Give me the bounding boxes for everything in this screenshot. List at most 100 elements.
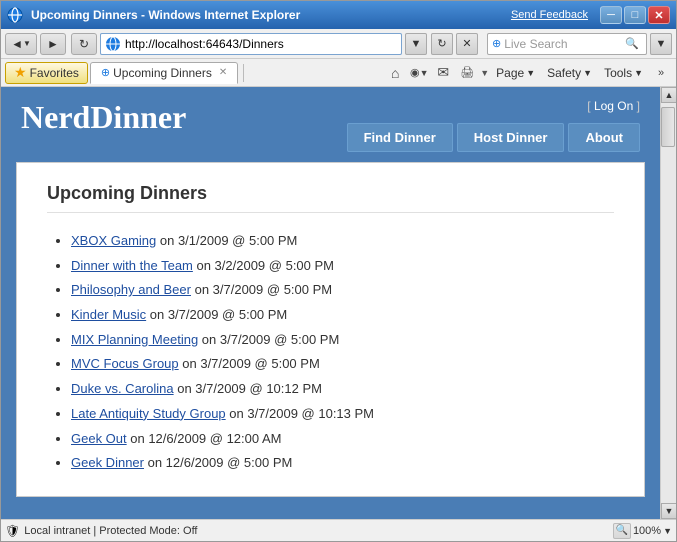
favorites-button[interactable]: ★ Favorites	[5, 62, 88, 84]
list-item: MVC Focus Group on 3/7/2009 @ 5:00 PM	[71, 352, 614, 377]
refresh-button[interactable]: ↻	[71, 33, 97, 55]
main-content: NerdDinner [ Log On ] Find Dinner Host D…	[1, 87, 660, 519]
email-button[interactable]: ✉	[432, 62, 454, 84]
zoom-button[interactable]: 🔍	[613, 523, 631, 539]
search-button[interactable]: 🔍	[622, 34, 642, 54]
dinner-link[interactable]: Kinder Music	[71, 307, 146, 322]
safety-label: Safety	[547, 66, 581, 80]
active-tab[interactable]: ⊕ Upcoming Dinners ✕	[90, 62, 238, 84]
tab-close-button[interactable]: ✕	[219, 67, 227, 78]
list-item: Geek Out on 12/6/2009 @ 12:00 AM	[71, 427, 614, 452]
dinner-date: on 3/7/2009 @ 5:00 PM	[146, 307, 287, 322]
toolbar-extra-button[interactable]: »	[650, 62, 672, 84]
list-item: Philosophy and Beer on 3/7/2009 @ 5:00 P…	[71, 278, 614, 303]
refresh-stop-button[interactable]: ↻	[431, 33, 453, 55]
page-arrow-icon: ▼	[526, 68, 535, 78]
page-icon	[105, 36, 121, 52]
list-item: XBOX Gaming on 3/1/2009 @ 5:00 PM	[71, 229, 614, 254]
send-feedback-link[interactable]: Send Feedback	[511, 9, 588, 21]
dinner-date: on 3/2/2009 @ 5:00 PM	[193, 258, 334, 273]
log-on-link[interactable]: Log On	[594, 99, 633, 113]
status-bar: 🛡 Local intranet | Protected Mode: Off 🔍…	[1, 519, 676, 541]
zoom-area: 🔍 100% ▼	[613, 523, 672, 539]
address-input-wrap[interactable]: http://localhost:64643/Dinners	[100, 33, 402, 55]
print-dropdown[interactable]: 🖨	[456, 62, 478, 84]
safety-arrow-icon: ▼	[583, 68, 592, 78]
dinner-date: on 3/7/2009 @ 5:00 PM	[191, 282, 332, 297]
toolbar-icons-group: ⌂ ◉ ▼ ✉ 🖨 ▼ Page ▼ Safety ▼ Tools ▼ »	[384, 62, 672, 84]
address-go-button[interactable]: ▼	[405, 33, 427, 55]
bracket-right: ]	[637, 99, 640, 113]
host-dinner-button[interactable]: Host Dinner	[457, 123, 565, 152]
list-item: Late Antiquity Study Group on 3/7/2009 @…	[71, 402, 614, 427]
refresh-icon: ↻	[79, 37, 89, 51]
page-heading: Upcoming Dinners	[47, 183, 614, 213]
log-on-area: [ Log On ]	[587, 99, 640, 113]
tab-label: Upcoming Dinners	[113, 66, 212, 80]
maximize-button[interactable]: □	[624, 6, 646, 24]
home-button[interactable]: ⌂	[384, 62, 406, 84]
list-item: Duke vs. Carolina on 3/7/2009 @ 10:12 PM	[71, 377, 614, 402]
search-dropdown[interactable]: ▼	[650, 33, 672, 55]
dinner-link[interactable]: Geek Out	[71, 431, 127, 446]
tools-button[interactable]: Tools ▼	[599, 62, 648, 84]
tools-label: Tools	[604, 66, 632, 80]
dinner-link[interactable]: Dinner with the Team	[71, 258, 193, 273]
dinner-link[interactable]: Duke vs. Carolina	[71, 381, 174, 396]
scroll-down-button[interactable]: ▼	[661, 503, 676, 519]
stop-button[interactable]: ✕	[456, 33, 478, 55]
header-right: [ Log On ] Find Dinner Host Dinner About	[347, 99, 640, 152]
print-arrow[interactable]: ▼	[480, 68, 489, 78]
dinner-link[interactable]: XBOX Gaming	[71, 233, 156, 248]
page-label: Page	[496, 66, 524, 80]
shield-status-icon: 🛡	[5, 524, 20, 538]
dinner-date: on 3/7/2009 @ 5:00 PM	[179, 356, 320, 371]
browser-toolbar: ★ Favorites ⊕ Upcoming Dinners ✕ ⌂ ◉ ▼ ✉…	[1, 59, 676, 87]
safety-button[interactable]: Safety ▼	[542, 62, 597, 84]
dinner-link[interactable]: Geek Dinner	[71, 455, 144, 470]
address-bar: ◄ ▼ ► ↻ http://localhost:64643/Dinners ▼…	[1, 29, 676, 59]
dinner-date: on 12/6/2009 @ 12:00 AM	[127, 431, 282, 446]
zoom-dropdown-arrow[interactable]: ▼	[663, 526, 672, 536]
scroll-up-button[interactable]: ▲	[661, 87, 676, 103]
search-placeholder: Live Search	[504, 37, 622, 51]
site-body: Upcoming Dinners XBOX Gaming on 3/1/2009…	[16, 162, 645, 497]
list-item: Geek Dinner on 12/6/2009 @ 5:00 PM	[71, 451, 614, 476]
stop-icon: ✕	[462, 37, 471, 50]
ie-logo-icon	[7, 7, 23, 23]
address-text: http://localhost:64643/Dinners	[125, 37, 397, 51]
back-button[interactable]: ◄ ▼	[5, 33, 37, 55]
search-bar[interactable]: ⊕ Live Search 🔍	[487, 33, 647, 55]
site-nav: Find Dinner Host Dinner About	[347, 123, 640, 152]
about-button[interactable]: About	[568, 123, 640, 152]
dinner-link[interactable]: MIX Planning Meeting	[71, 332, 198, 347]
dinner-link[interactable]: MVC Focus Group	[71, 356, 179, 371]
window-controls: ─ □ ✕	[600, 6, 670, 24]
minimize-button[interactable]: ─	[600, 6, 622, 24]
back-dropdown-arrow: ▼	[23, 39, 31, 48]
list-item: MIX Planning Meeting on 3/7/2009 @ 5:00 …	[71, 328, 614, 353]
favorites-label: Favorites	[30, 66, 79, 80]
bracket-left: [	[587, 99, 594, 113]
star-icon: ★	[14, 64, 27, 81]
forward-button[interactable]: ►	[40, 33, 66, 55]
dinner-list: XBOX Gaming on 3/1/2009 @ 5:00 PMDinner …	[47, 229, 614, 476]
scroll-thumb[interactable]	[661, 107, 675, 147]
site-header: NerdDinner [ Log On ] Find Dinner Host D…	[1, 87, 660, 152]
address-dropdown-icon: ▼	[411, 38, 422, 50]
list-item: Dinner with the Team on 3/2/2009 @ 5:00 …	[71, 254, 614, 279]
dinner-link[interactable]: Late Antiquity Study Group	[71, 406, 226, 421]
rss-dropdown[interactable]: ◉ ▼	[408, 62, 430, 84]
window-title: Upcoming Dinners - Windows Internet Expl…	[31, 8, 507, 22]
tab-icon: ⊕	[101, 66, 110, 79]
site-title: NerdDinner	[21, 99, 186, 136]
find-dinner-button[interactable]: Find Dinner	[347, 123, 453, 152]
page-button[interactable]: Page ▼	[491, 62, 540, 84]
dinner-link[interactable]: Philosophy and Beer	[71, 282, 191, 297]
toolbar-separator	[243, 64, 244, 82]
scroll-track[interactable]	[661, 103, 676, 503]
scrollbar: ▲ ▼	[660, 87, 676, 519]
live-search-logo: ⊕	[492, 37, 501, 50]
dinner-date: on 12/6/2009 @ 5:00 PM	[144, 455, 292, 470]
close-button[interactable]: ✕	[648, 6, 670, 24]
